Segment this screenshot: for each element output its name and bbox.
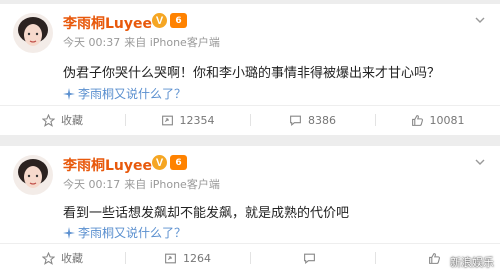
star-icon xyxy=(42,251,55,265)
favorite-button[interactable]: 收藏 xyxy=(0,244,125,272)
vip-badge-icon: 6 xyxy=(170,13,187,28)
post-source: 来自 iPhone客户端 xyxy=(124,178,220,191)
vip-badge-icon: 6 xyxy=(170,155,187,170)
comment-icon xyxy=(290,115,301,126)
verified-badge-icon: V xyxy=(152,13,167,28)
weibo-post-card: 李雨桐Luyee V 6 今天 00:37 来自 iPhone客户端 伪君子你哭什… xyxy=(0,4,500,135)
forward-icon xyxy=(161,115,173,125)
star-icon xyxy=(42,113,55,127)
forward-button[interactable]: 1264 xyxy=(125,244,250,272)
post-meta: 今天 00:37 来自 iPhone客户端 xyxy=(63,34,220,50)
forward-count: 1264 xyxy=(183,251,211,265)
author-badges: V 6 xyxy=(152,13,187,28)
author-badges: V 6 xyxy=(152,155,187,170)
author-name[interactable]: 李雨桐Luyee xyxy=(63,155,152,175)
post-meta: 今天 00:17 来自 iPhone客户端 xyxy=(63,176,220,192)
post-actions: 收藏 12354 8386 10081 xyxy=(0,106,500,134)
sparkle-icon xyxy=(63,226,75,239)
post-timestamp: 今天 00:17 xyxy=(63,178,121,191)
sparkle-icon xyxy=(63,87,75,100)
like-count: 10081 xyxy=(429,113,465,127)
comment-button[interactable] xyxy=(250,244,375,272)
avatar[interactable] xyxy=(13,13,53,53)
chevron-down-icon[interactable] xyxy=(474,156,486,168)
forward-count: 12354 xyxy=(179,113,215,127)
comment-button[interactable]: 8386 xyxy=(250,106,375,134)
thumbs-up-icon xyxy=(411,114,423,126)
post-topic-link-label: 李雨桐又说什么了？ xyxy=(78,87,187,101)
like-button[interactable]: 10081 xyxy=(375,106,500,134)
avatar[interactable] xyxy=(13,155,53,195)
post-topic-link-label: 李雨桐又说什么了？ xyxy=(78,226,187,240)
forward-button[interactable]: 12354 xyxy=(125,106,250,134)
comment-icon xyxy=(304,253,315,264)
chevron-down-icon[interactable] xyxy=(474,14,486,26)
post-source: 来自 iPhone客户端 xyxy=(124,36,220,49)
post-topic-link[interactable]: 李雨桐又说什么了？ xyxy=(63,85,186,102)
favorite-label: 收藏 xyxy=(61,114,83,127)
post-actions: 收藏 1264 xyxy=(0,244,500,272)
favorite-button[interactable]: 收藏 xyxy=(0,106,125,134)
author-name[interactable]: 李雨桐Luyee xyxy=(63,13,152,33)
weibo-post-card: 李雨桐Luyee V 6 今天 00:17 来自 iPhone客户端 看到一些话想… xyxy=(0,146,500,274)
comment-count: 8386 xyxy=(308,113,336,127)
favorite-label: 收藏 xyxy=(61,252,83,265)
post-topic-link[interactable]: 李雨桐又说什么了？ xyxy=(63,224,186,241)
post-text: 看到一些话想发飙却不能发飙，就是成熟的代价吧 xyxy=(63,206,350,221)
thumbs-up-icon xyxy=(429,252,440,264)
forward-icon xyxy=(165,253,176,263)
post-text: 伪君子你哭什么哭啊！你和李小璐的事情非得被爆出来才甘心吗？ xyxy=(63,66,441,81)
watermark: 新浪娱乐 xyxy=(450,256,494,269)
post-timestamp: 今天 00:37 xyxy=(63,36,121,49)
verified-badge-icon: V xyxy=(152,155,167,170)
